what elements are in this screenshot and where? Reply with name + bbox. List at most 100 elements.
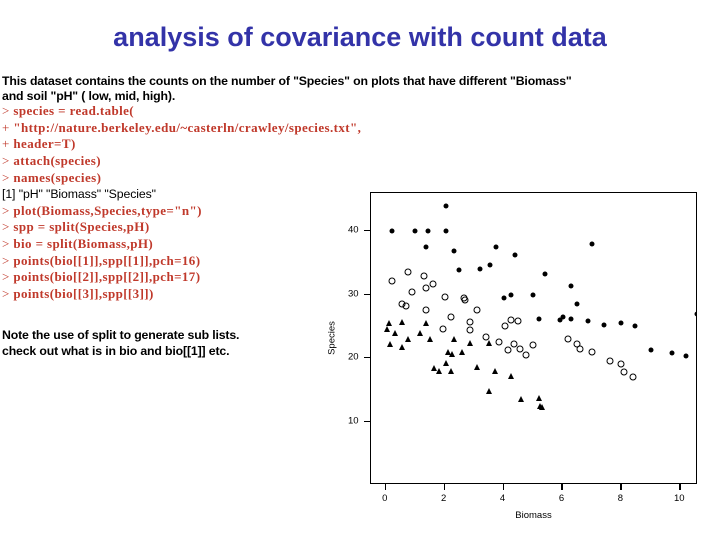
- data-point: [391, 329, 398, 336]
- data-point: [620, 368, 628, 376]
- data-point: [385, 319, 392, 326]
- data-point: [384, 325, 391, 332]
- data-point: [398, 318, 405, 325]
- data-point: [629, 373, 637, 381]
- console-command-text: plot(Biomass,Species,type="n"): [13, 202, 202, 218]
- y-axis-tick-label: 20: [348, 351, 359, 363]
- data-point: [508, 292, 514, 298]
- data-point: [574, 301, 580, 306]
- data-point: [450, 336, 457, 342]
- data-point: [501, 322, 509, 330]
- console-command-text: header=T): [13, 136, 76, 152]
- x-axis-tick: [679, 484, 681, 490]
- data-point: [493, 244, 499, 250]
- console-prompt: >: [2, 103, 14, 119]
- data-point: [451, 248, 456, 254]
- data-point: [466, 318, 474, 326]
- data-point: [585, 318, 590, 324]
- data-point: [538, 403, 545, 410]
- y-axis-tick: [364, 420, 370, 422]
- y-axis-tick: [364, 230, 370, 232]
- console-command-text: points(bio[[3]],spp[[3]]): [13, 285, 154, 301]
- data-point: [389, 228, 395, 234]
- console-input-line: > attach(species): [2, 153, 692, 170]
- data-point: [474, 363, 481, 370]
- console-command-text: points(bio[[1]],spp[[1]],pch=16): [13, 252, 201, 268]
- data-point: [423, 244, 428, 250]
- data-point: [542, 271, 548, 277]
- intro-line: This dataset contains the counts on the …: [2, 74, 572, 88]
- data-point: [576, 345, 584, 352]
- console-prompt: >: [2, 252, 14, 268]
- data-point: [466, 326, 474, 334]
- r-scatter-plot: 0 2 4 6 8 10 10 20 30 40 Biomass Species: [327, 184, 712, 532]
- intro-line: and soil "pH" ( low, mid, high).: [2, 88, 176, 103]
- console-command-text: points(bio[[2]],spp[[2]],pch=17): [13, 269, 201, 285]
- y-axis-title: Species: [326, 321, 338, 355]
- data-point: [426, 336, 433, 342]
- x-axis-tick-label: 0: [382, 493, 388, 504]
- plot-points-layer: [371, 193, 696, 483]
- data-point: [568, 283, 574, 289]
- console-input-line: > species = read.table(: [2, 103, 692, 120]
- data-point: [507, 372, 514, 379]
- x-axis-tick: [384, 484, 387, 490]
- y-axis-tick-label: 10: [348, 415, 359, 427]
- data-point: [495, 338, 503, 345]
- data-point: [522, 351, 530, 359]
- note-block: Note the use of split to generate sub li…: [2, 328, 342, 359]
- console-prompt: >: [2, 202, 14, 218]
- console-prompt: >: [2, 285, 14, 301]
- data-point: [443, 228, 449, 234]
- data-point: [441, 293, 449, 301]
- data-point: [408, 288, 416, 296]
- data-point: [485, 388, 492, 395]
- data-point: [557, 317, 562, 323]
- console-prompt: >: [2, 235, 14, 251]
- data-point: [447, 313, 454, 321]
- data-point: [589, 241, 595, 247]
- data-point: [412, 228, 418, 234]
- console-command-text: bio = split(Biomass,pH): [13, 235, 154, 251]
- y-axis-tick-label: 40: [348, 224, 359, 236]
- data-point: [466, 339, 473, 346]
- data-point: [420, 272, 428, 279]
- data-point: [518, 395, 525, 402]
- data-point: [447, 367, 454, 374]
- data-point: [568, 316, 574, 322]
- y-axis-tick-label: 30: [348, 288, 359, 300]
- data-point: [461, 296, 469, 304]
- console-prompt: >: [2, 169, 14, 185]
- data-point: [402, 302, 410, 310]
- x-axis-tick: [443, 484, 446, 490]
- data-point: [512, 252, 518, 258]
- data-point: [618, 320, 624, 326]
- data-point: [425, 228, 431, 234]
- data-point: [449, 351, 455, 358]
- data-point: [443, 360, 450, 367]
- data-point: [617, 360, 625, 368]
- data-point: [588, 348, 596, 356]
- data-point: [507, 316, 515, 324]
- console-input-line: + "http://nature.berkeley.edu/~casterln/…: [2, 120, 692, 137]
- data-point: [504, 346, 512, 354]
- console-input-line: + header=T): [2, 136, 692, 153]
- data-point: [485, 339, 492, 346]
- data-point: [514, 317, 522, 325]
- data-point: [632, 323, 638, 329]
- data-point: [477, 266, 483, 272]
- data-point: [564, 335, 572, 343]
- x-axis-tick-label: 10: [674, 493, 685, 504]
- x-axis-tick: [620, 484, 622, 490]
- data-point: [404, 268, 412, 276]
- data-point: [429, 280, 437, 288]
- data-point: [529, 341, 537, 349]
- data-point: [501, 295, 507, 301]
- plot-frame: [370, 192, 697, 484]
- x-axis-tick: [561, 484, 563, 490]
- data-point: [459, 348, 466, 355]
- data-point: [398, 343, 405, 350]
- data-point: [443, 203, 449, 209]
- x-axis-tick-label: 6: [558, 493, 565, 504]
- x-axis-tick: [502, 484, 504, 490]
